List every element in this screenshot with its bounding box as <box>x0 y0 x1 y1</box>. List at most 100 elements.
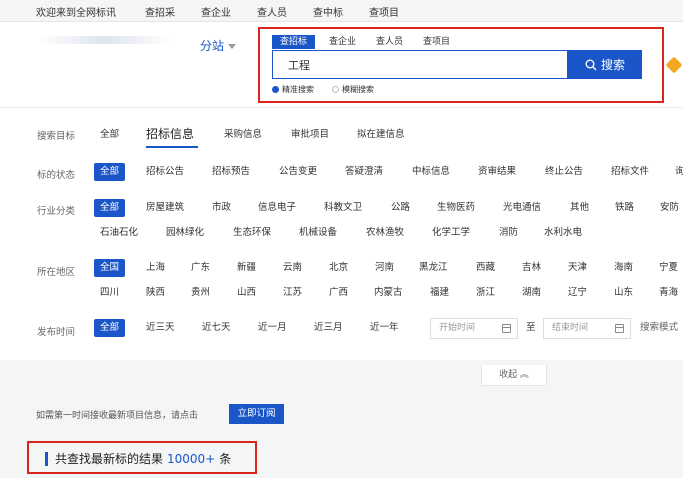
time-option[interactable]: 近一年 <box>370 319 399 337</box>
region-option[interactable]: 广东 <box>191 259 210 277</box>
industry-option[interactable]: 房屋建筑 <box>146 199 184 217</box>
end-date-placeholder: 结束时间 <box>552 323 589 333</box>
tab-person[interactable]: 查人员 <box>376 35 403 49</box>
region-option[interactable]: 北京 <box>329 259 348 277</box>
tab-project[interactable]: 查项目 <box>423 35 450 49</box>
industry-option[interactable]: 农林渔牧 <box>366 224 404 242</box>
search-button-label: 搜索 <box>600 58 625 72</box>
status-option[interactable]: 公告变更 <box>279 163 317 181</box>
region-option[interactable]: 湖南 <box>522 284 541 302</box>
date-range-separator: 至 <box>526 322 536 333</box>
region-option[interactable]: 浙江 <box>476 284 495 302</box>
region-option[interactable]: 陕西 <box>146 284 165 302</box>
region-option[interactable]: 辽宁 <box>568 284 587 302</box>
industry-option[interactable]: 其他 <box>570 199 589 217</box>
industry-option[interactable]: 消防 <box>499 224 518 242</box>
mode-fuzzy[interactable]: 模糊搜索 <box>332 84 374 95</box>
industry-option[interactable]: 铁路 <box>615 199 634 217</box>
topnav-link-tender[interactable]: 查招采 <box>145 4 175 19</box>
region-option[interactable]: 青海 <box>659 284 678 302</box>
time-option[interactable]: 近三天 <box>146 319 175 337</box>
tab-company[interactable]: 查企业 <box>329 35 356 49</box>
region-option[interactable]: 江苏 <box>283 284 302 302</box>
status-option[interactable]: 资审结果 <box>478 163 516 181</box>
industry-option[interactable]: 市政 <box>212 199 231 217</box>
topnav-link-project[interactable]: 查项目 <box>369 4 399 19</box>
filter-label-target: 搜索目标 <box>37 131 76 142</box>
target-option-active[interactable]: 招标信息 <box>146 125 194 143</box>
result-suffix: 条 <box>219 452 232 466</box>
target-option[interactable]: 全部 <box>100 126 119 144</box>
industry-option[interactable]: 生物医药 <box>437 199 475 217</box>
region-option[interactable]: 贵州 <box>191 284 210 302</box>
time-option[interactable]: 近七天 <box>202 319 231 337</box>
target-option[interactable]: 采购信息 <box>224 126 262 144</box>
target-option[interactable]: 审批项目 <box>291 126 329 144</box>
region-option[interactable]: 河南 <box>375 259 394 277</box>
region-option[interactable]: 西藏 <box>476 259 495 277</box>
industry-option[interactable]: 公路 <box>391 199 410 217</box>
status-option[interactable]: 中标信息 <box>412 163 450 181</box>
time-option-active[interactable]: 全部 <box>94 319 126 337</box>
status-option[interactable]: 询 <box>675 163 683 181</box>
industry-option[interactable]: 光电通信 <box>503 199 541 217</box>
region-option[interactable]: 海南 <box>614 259 633 277</box>
calendar-icon <box>502 324 511 333</box>
industry-option-active[interactable]: 全部 <box>94 199 126 217</box>
region-option[interactable]: 上海 <box>146 259 165 277</box>
region-option[interactable]: 宁夏 <box>659 259 678 277</box>
search-button[interactable]: 搜索 <box>568 50 642 79</box>
target-option[interactable]: 拟在建信息 <box>357 126 405 144</box>
industry-option[interactable]: 水利水电 <box>544 224 582 242</box>
industry-option[interactable]: 园林绿化 <box>166 224 204 242</box>
region-option[interactable]: 广西 <box>329 284 348 302</box>
industry-option[interactable]: 机械设备 <box>299 224 337 242</box>
region-option[interactable]: 黑龙江 <box>419 259 448 277</box>
start-date-input[interactable]: 开始时间 <box>430 318 518 339</box>
region-option[interactable]: 四川 <box>100 284 119 302</box>
filter-label-time: 发布时间 <box>37 327 76 338</box>
branch-label: 分站 <box>200 39 225 53</box>
region-option[interactable]: 天津 <box>568 259 587 277</box>
time-option[interactable]: 近一月 <box>258 319 287 337</box>
region-option[interactable]: 山东 <box>614 284 633 302</box>
industry-option[interactable]: 信息电子 <box>258 199 296 217</box>
status-option[interactable]: 答疑澄清 <box>345 163 383 181</box>
result-summary: 共查找最新标的结果 10000+ 条 <box>45 450 231 467</box>
topnav-link-company[interactable]: 查企业 <box>201 4 231 19</box>
industry-option[interactable]: 科教文卫 <box>324 199 362 217</box>
region-option[interactable]: 山西 <box>237 284 256 302</box>
region-option[interactable]: 福建 <box>430 284 449 302</box>
region-option[interactable]: 吉林 <box>522 259 541 277</box>
end-date-input[interactable]: 结束时间 <box>543 318 631 339</box>
active-tab-underline <box>146 146 198 148</box>
radio-checked-icon <box>272 86 279 93</box>
subscribe-button[interactable]: 立即订阅 <box>229 404 284 424</box>
result-prefix: 共查找最新标的结果 <box>55 452 164 466</box>
status-option[interactable]: 招标公告 <box>146 163 184 181</box>
industry-option[interactable]: 石油石化 <box>100 224 138 242</box>
industry-option[interactable]: 化学工学 <box>432 224 470 242</box>
collapse-button[interactable]: 收起 ︽ <box>481 365 547 386</box>
time-option[interactable]: 近三月 <box>314 319 343 337</box>
search-input[interactable] <box>272 50 568 79</box>
industry-option[interactable]: 生态环保 <box>233 224 271 242</box>
status-option[interactable]: 招标预告 <box>212 163 250 181</box>
region-option[interactable]: 新疆 <box>237 259 256 277</box>
mode-exact[interactable]: 精准搜索 <box>272 84 314 95</box>
search-mode-label[interactable]: 搜索模式 <box>640 319 678 337</box>
mode-exact-label: 精准搜索 <box>282 85 314 94</box>
region-option[interactable]: 内蒙古 <box>374 284 403 302</box>
branch-selector[interactable]: 分站 <box>200 37 237 54</box>
topnav-link-winbid[interactable]: 查中标 <box>313 4 343 19</box>
industry-option[interactable]: 安防 <box>660 199 679 217</box>
region-option[interactable]: 云南 <box>283 259 302 277</box>
topnav-link-person[interactable]: 查人员 <box>257 4 287 19</box>
search-icon <box>585 59 597 70</box>
title-accent-bar <box>45 451 48 466</box>
status-option-active[interactable]: 全部 <box>94 163 126 181</box>
status-option[interactable]: 招标文件 <box>611 163 649 181</box>
tab-tender[interactable]: 查招标 <box>272 35 316 49</box>
region-option-active[interactable]: 全国 <box>94 259 126 277</box>
status-option[interactable]: 终止公告 <box>545 163 583 181</box>
